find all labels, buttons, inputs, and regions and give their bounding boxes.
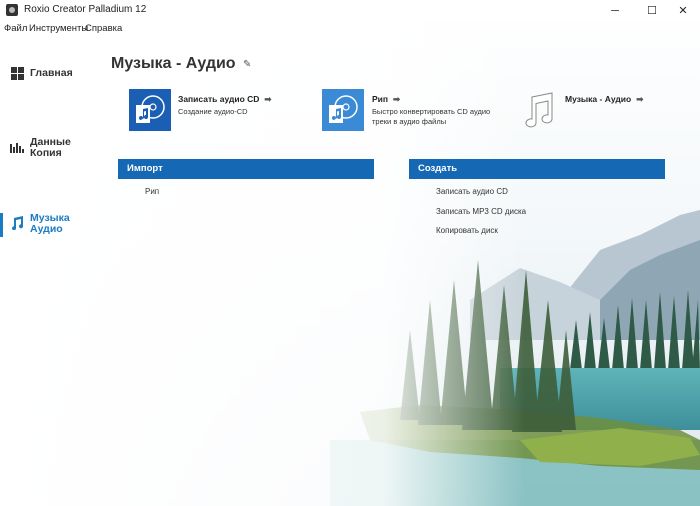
link-rip[interactable]: Рип [145,187,159,196]
maximize-button[interactable]: ☐ [635,0,669,21]
music-note-icon [10,216,24,230]
arrow-right-icon: ➡ [264,94,272,104]
menu-bar: Файл Инструменты Справка [0,21,700,37]
tile-title: Рип [372,94,389,104]
import-section-header: Импорт [118,159,374,179]
music-notes-icon[interactable] [518,89,560,131]
window-title: Roxio Creator Palladium 12 [24,4,147,15]
tile-burn-audio-cd[interactable]: Записать аудио CD ➡ [178,94,272,105]
title-bar: Roxio Creator Palladium 12 ─ ☐ ✕ [0,0,700,21]
close-button[interactable]: ✕ [666,0,700,21]
grid-icon [10,66,24,80]
rip-cd-icon[interactable] [322,89,364,131]
burn-audio-cd-icon[interactable] [129,89,171,131]
create-section-header: Создать [409,159,665,179]
sidebar-item-home[interactable]: Главная [10,66,73,80]
link-burn-audio-cd[interactable]: Записать аудио CD [436,187,508,196]
sidebar-item-label: Главная [30,67,73,79]
link-burn-mp3-cd[interactable]: Записать MP3 CD диска [436,207,526,216]
menu-file[interactable]: Файл [4,23,27,34]
page-title: Музыка - Аудио [111,55,236,72]
tile-music-audio[interactable]: Музыка - Аудио ➡ [565,94,643,105]
link-copy-disc[interactable]: Копировать диск [436,226,498,235]
arrow-right-icon: ➡ [636,94,644,104]
sidebar-item-data-backup[interactable]: Данные Копия [10,137,71,159]
tile-title: Записать аудио CD [178,94,260,104]
minimize-button[interactable]: ─ [598,0,632,21]
sidebar-item-label: Данные Копия [30,136,71,159]
app-logo-icon [6,4,18,16]
menu-tools[interactable]: Инструменты [29,23,88,34]
tile-description: Создание аудио-CD [178,107,248,116]
tile-rip[interactable]: Рип ➡ [372,94,400,105]
bar-chart-icon [10,140,24,154]
menu-help[interactable]: Справка [85,23,122,34]
active-indicator [0,213,3,237]
sidebar-item-music-audio[interactable]: Музыка Аудио [10,213,70,235]
landscape-background [0,0,700,506]
pin-icon[interactable]: ✎ [243,59,251,70]
arrow-right-icon: ➡ [393,94,401,104]
sidebar-item-label: Музыка Аудио [30,212,70,235]
tile-title: Музыка - Аудио [565,94,632,104]
tile-description: Быстро конвертировать CD аудио треки в а… [372,107,491,126]
